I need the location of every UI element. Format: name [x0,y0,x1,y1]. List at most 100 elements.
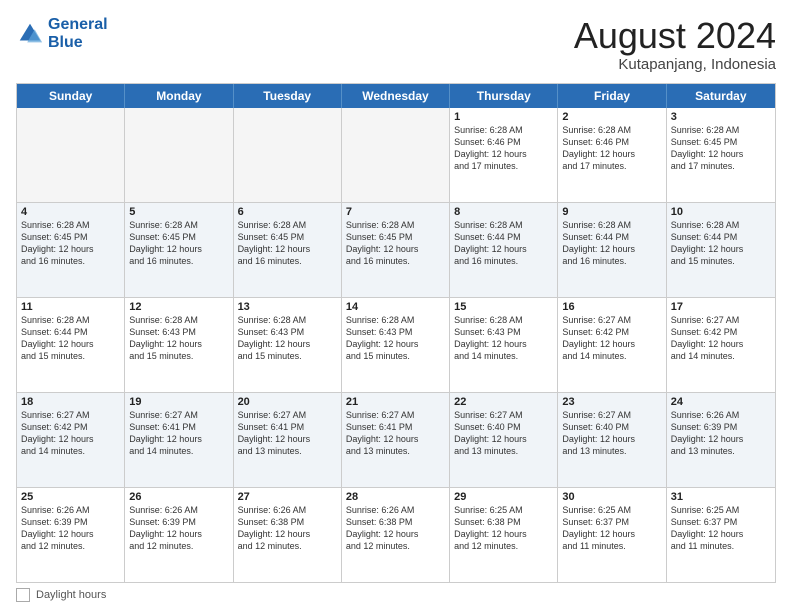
day-info: Sunrise: 6:26 AM Sunset: 6:39 PM Dayligh… [21,504,120,553]
day-number: 1 [454,111,553,123]
day-info: Sunrise: 6:28 AM Sunset: 6:44 PM Dayligh… [454,219,553,268]
title-block: August 2024 Kutapanjang, Indonesia [574,16,776,73]
calendar-cell: 9Sunrise: 6:28 AM Sunset: 6:44 PM Daylig… [558,203,666,297]
weekday-header: Thursday [450,84,558,108]
header: General Blue August 2024 Kutapanjang, In… [16,16,776,73]
calendar-cell: 30Sunrise: 6:25 AM Sunset: 6:37 PM Dayli… [558,488,666,582]
day-info: Sunrise: 6:28 AM Sunset: 6:46 PM Dayligh… [562,124,661,173]
logo-text: General Blue [48,16,108,51]
day-info: Sunrise: 6:28 AM Sunset: 6:44 PM Dayligh… [562,219,661,268]
calendar-header: SundayMondayTuesdayWednesdayThursdayFrid… [17,84,775,108]
day-info: Sunrise: 6:28 AM Sunset: 6:43 PM Dayligh… [454,314,553,363]
day-info: Sunrise: 6:27 AM Sunset: 6:41 PM Dayligh… [346,409,445,458]
calendar-cell: 5Sunrise: 6:28 AM Sunset: 6:45 PM Daylig… [125,203,233,297]
day-number: 25 [21,491,120,503]
weekday-header: Wednesday [342,84,450,108]
weekday-header: Friday [558,84,666,108]
day-number: 15 [454,301,553,313]
calendar-week: 11Sunrise: 6:28 AM Sunset: 6:44 PM Dayli… [17,298,775,393]
calendar-cell: 10Sunrise: 6:28 AM Sunset: 6:44 PM Dayli… [667,203,775,297]
calendar-cell: 27Sunrise: 6:26 AM Sunset: 6:38 PM Dayli… [234,488,342,582]
day-number: 29 [454,491,553,503]
day-info: Sunrise: 6:28 AM Sunset: 6:44 PM Dayligh… [671,219,771,268]
day-number: 21 [346,396,445,408]
day-info: Sunrise: 6:28 AM Sunset: 6:43 PM Dayligh… [346,314,445,363]
calendar-week: 1 Sunrise: 6:28 AM Sunset: 6:46 PM Daylig… [17,108,775,203]
logo: General Blue [16,16,108,51]
calendar-cell: 23Sunrise: 6:27 AM Sunset: 6:40 PM Dayli… [558,393,666,487]
day-info: Sunrise: 6:27 AM Sunset: 6:41 PM Dayligh… [238,409,337,458]
day-info: Sunrise: 6:28 AM Sunset: 6:45 PM Dayligh… [346,219,445,268]
day-info: Sunrise: 6:28 AM Sunset: 6:43 PM Dayligh… [238,314,337,363]
day-number: 7 [346,206,445,218]
day-number: 28 [346,491,445,503]
day-info: Sunrise: 6:26 AM Sunset: 6:39 PM Dayligh… [129,504,228,553]
day-number: 2 [562,111,661,123]
day-info: Sunrise: 6:27 AM Sunset: 6:40 PM Dayligh… [454,409,553,458]
day-number: 26 [129,491,228,503]
day-info: Sunrise: 6:28 AM Sunset: 6:45 PM Dayligh… [671,124,771,173]
day-number: 18 [21,396,120,408]
weekday-header: Saturday [667,84,775,108]
calendar-cell: 12Sunrise: 6:28 AM Sunset: 6:43 PM Dayli… [125,298,233,392]
day-number: 19 [129,396,228,408]
day-number: 8 [454,206,553,218]
day-number: 13 [238,301,337,313]
calendar-cell: 21Sunrise: 6:27 AM Sunset: 6:41 PM Dayli… [342,393,450,487]
day-info: Sunrise: 6:25 AM Sunset: 6:37 PM Dayligh… [671,504,771,553]
day-info: Sunrise: 6:25 AM Sunset: 6:38 PM Dayligh… [454,504,553,553]
day-number: 12 [129,301,228,313]
calendar-cell: 8Sunrise: 6:28 AM Sunset: 6:44 PM Daylig… [450,203,558,297]
calendar-cell: 17Sunrise: 6:27 AM Sunset: 6:42 PM Dayli… [667,298,775,392]
day-number: 6 [238,206,337,218]
page: General Blue August 2024 Kutapanjang, In… [0,0,792,612]
day-number: 4 [21,206,120,218]
main-title: August 2024 [574,16,776,56]
calendar-cell: 28Sunrise: 6:26 AM Sunset: 6:38 PM Dayli… [342,488,450,582]
daylight-label: Daylight hours [36,589,106,601]
day-number: 16 [562,301,661,313]
calendar-cell: 1Sunrise: 6:28 AM Sunset: 6:46 PM Daylig… [450,108,558,202]
calendar-cell: 2Sunrise: 6:28 AM Sunset: 6:46 PM Daylig… [558,108,666,202]
calendar-cell: 22Sunrise: 6:27 AM Sunset: 6:40 PM Dayli… [450,393,558,487]
day-info: Sunrise: 6:28 AM Sunset: 6:43 PM Dayligh… [129,314,228,363]
day-info: Sunrise: 6:28 AM Sunset: 6:45 PM Dayligh… [238,219,337,268]
calendar-cell: 14Sunrise: 6:28 AM Sunset: 6:43 PM Dayli… [342,298,450,392]
calendar-cell [342,108,450,202]
day-number: 23 [562,396,661,408]
day-info: Sunrise: 6:28 AM Sunset: 6:44 PM Dayligh… [21,314,120,363]
day-number: 3 [671,111,771,123]
calendar-cell: 3Sunrise: 6:28 AM Sunset: 6:45 PM Daylig… [667,108,775,202]
day-info: Sunrise: 6:25 AM Sunset: 6:37 PM Dayligh… [562,504,661,553]
calendar-cell: 16Sunrise: 6:27 AM Sunset: 6:42 PM Dayli… [558,298,666,392]
calendar-cell: 20Sunrise: 6:27 AM Sunset: 6:41 PM Dayli… [234,393,342,487]
calendar-week: 25Sunrise: 6:26 AM Sunset: 6:39 PM Dayli… [17,488,775,582]
weekday-header: Monday [125,84,233,108]
calendar-cell: 19Sunrise: 6:27 AM Sunset: 6:41 PM Dayli… [125,393,233,487]
day-number: 9 [562,206,661,218]
day-number: 27 [238,491,337,503]
calendar-cell: 6Sunrise: 6:28 AM Sunset: 6:45 PM Daylig… [234,203,342,297]
day-info: Sunrise: 6:27 AM Sunset: 6:42 PM Dayligh… [671,314,771,363]
day-info: Sunrise: 6:26 AM Sunset: 6:38 PM Dayligh… [346,504,445,553]
footer: Daylight hours [16,588,776,602]
calendar-cell [17,108,125,202]
day-number: 24 [671,396,771,408]
calendar-cell: 25Sunrise: 6:26 AM Sunset: 6:39 PM Dayli… [17,488,125,582]
day-number: 30 [562,491,661,503]
calendar-week: 4 Sunrise: 6:28 AM Sunset: 6:45 PM Daylig… [17,203,775,298]
calendar-cell: 26Sunrise: 6:26 AM Sunset: 6:39 PM Dayli… [125,488,233,582]
calendar-cell: 18Sunrise: 6:27 AM Sunset: 6:42 PM Dayli… [17,393,125,487]
calendar-cell [125,108,233,202]
day-number: 20 [238,396,337,408]
weekday-header: Tuesday [234,84,342,108]
calendar: SundayMondayTuesdayWednesdayThursdayFrid… [16,83,776,583]
day-number: 10 [671,206,771,218]
day-number: 11 [21,301,120,313]
calendar-cell: 7Sunrise: 6:28 AM Sunset: 6:45 PM Daylig… [342,203,450,297]
day-info: Sunrise: 6:27 AM Sunset: 6:40 PM Dayligh… [562,409,661,458]
calendar-body: 1 Sunrise: 6:28 AM Sunset: 6:46 PM Daylig… [17,108,775,582]
calendar-cell: 15Sunrise: 6:28 AM Sunset: 6:43 PM Dayli… [450,298,558,392]
calendar-cell: 29Sunrise: 6:25 AM Sunset: 6:38 PM Dayli… [450,488,558,582]
day-number: 14 [346,301,445,313]
